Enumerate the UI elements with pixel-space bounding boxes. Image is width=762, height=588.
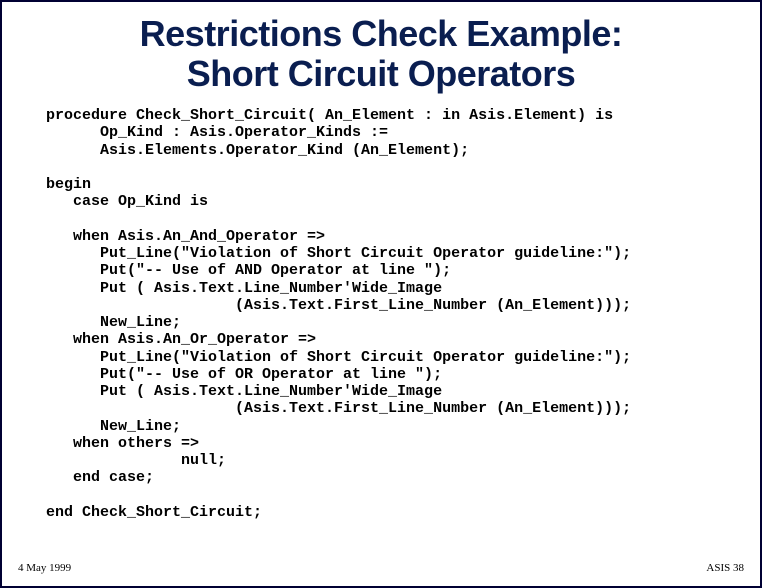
code-block: procedure Check_Short_Circuit( An_Elemen… — [46, 107, 730, 521]
slide-container: Restrictions Check Example: Short Circui… — [0, 0, 762, 588]
title-line-1: Restrictions Check Example: — [140, 13, 623, 54]
footer-page: ASIS 38 — [706, 562, 744, 574]
footer-date: 4 May 1999 — [18, 562, 71, 574]
slide-title: Restrictions Check Example: Short Circui… — [2, 14, 760, 93]
title-line-2: Short Circuit Operators — [187, 53, 576, 94]
